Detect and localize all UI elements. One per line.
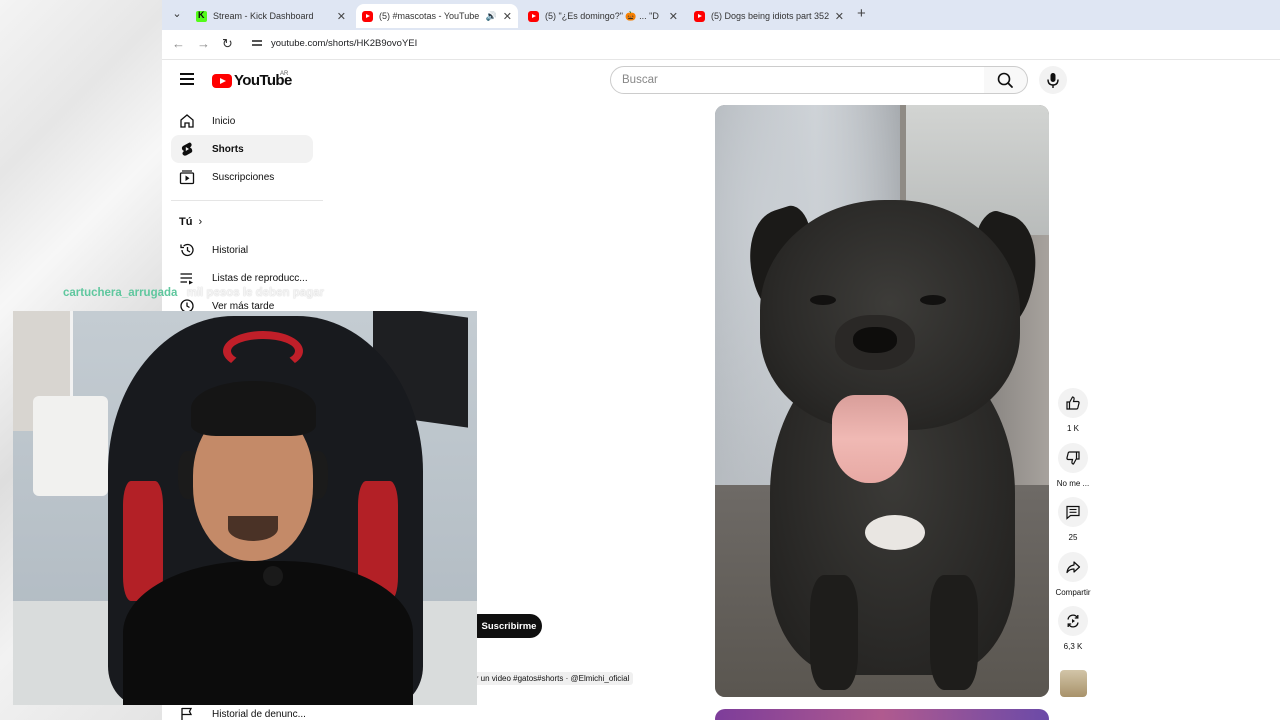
- stream-chat-message: cartuchera_arrugada mil pesos le deben p…: [63, 287, 324, 299]
- sound-avatar[interactable]: [1060, 670, 1087, 697]
- tab-title: Stream - Kick Dashboard: [213, 11, 314, 21]
- forward-icon[interactable]: →: [197, 36, 210, 51]
- voice-search-button[interactable]: [1039, 66, 1067, 94]
- tab-title: (5) #mascotas - YouTube: [379, 11, 480, 21]
- sidebar-you-label: Tú: [179, 216, 193, 228]
- shorts-icon: [181, 142, 193, 156]
- home-icon: [180, 114, 194, 128]
- youtube-icon: [362, 10, 373, 22]
- headset-mic: [263, 566, 283, 586]
- subscribe-button[interactable]: Suscribirme: [466, 614, 542, 638]
- sidebar-item-label: Shorts: [212, 143, 244, 155]
- pug-leg: [810, 575, 858, 690]
- streamer-hair: [191, 381, 316, 436]
- site-info-icon[interactable]: [252, 38, 262, 48]
- youtube-logo[interactable]: YouTube AR: [212, 71, 292, 89]
- pug-leg: [930, 575, 978, 690]
- pug-nose: [853, 327, 897, 353]
- dislike-button[interactable]: No me ...: [1053, 443, 1093, 488]
- chat-text: mil pesos le deben pagar: [186, 287, 325, 299]
- tab-mascotas-youtube[interactable]: (5) #mascotas - YouTube 🔊 ✕: [356, 4, 518, 28]
- share-label: Compartir: [1055, 588, 1091, 597]
- youtube-icon: [694, 10, 705, 22]
- flag-icon: [181, 707, 193, 720]
- close-icon[interactable]: ✕: [503, 10, 512, 23]
- sidebar-item-inicio[interactable]: Inicio: [171, 107, 313, 135]
- close-icon[interactable]: ✕: [669, 10, 678, 23]
- chat-username: cartuchera_arrugada: [63, 287, 178, 299]
- sidebar-item-shorts[interactable]: Shorts: [171, 135, 313, 163]
- webcam-air-conditioner: [33, 396, 108, 496]
- search-input[interactable]: [611, 67, 984, 93]
- comments-count: 25: [1068, 533, 1078, 542]
- youtube-play-icon: [212, 73, 232, 88]
- like-count: 1 K: [1066, 424, 1079, 433]
- url-field[interactable]: youtube.com/shorts/HK2B9ovoYEI: [271, 38, 417, 49]
- remix-count: 6,3 K: [1063, 642, 1083, 651]
- tab-title: (5) Dogs being idiots part 352 🌶: [711, 10, 829, 21]
- pug-eye: [810, 295, 836, 305]
- playlists-icon: [180, 273, 193, 285]
- tab-kick-dashboard[interactable]: Stream - Kick Dashboard ✕: [190, 4, 352, 28]
- reload-icon[interactable]: ↻: [222, 36, 233, 52]
- speaker-icon[interactable]: 🔊: [486, 11, 497, 22]
- pug-eye: [920, 295, 946, 305]
- sidebar-item-label: Suscripciones: [212, 171, 275, 183]
- youtube-icon: [528, 10, 539, 22]
- sidebar-item-label: Listas de reproducc...: [212, 272, 308, 284]
- remix-button[interactable]: 6,3 K: [1053, 606, 1093, 651]
- like-button[interactable]: 1 K: [1053, 388, 1093, 433]
- tab-title: (5) "¿Es domingo?" 🎃 ... "D: [545, 10, 659, 21]
- tab-es-domingo[interactable]: (5) "¿Es domingo?" 🎃 ... "D ✕: [522, 4, 684, 28]
- remix-icon: [1067, 614, 1079, 628]
- search-button[interactable]: [984, 66, 1028, 94]
- sidebar-you-header[interactable]: Tú ›: [179, 216, 202, 228]
- kick-icon: [196, 10, 207, 22]
- subscriptions-icon: [179, 170, 195, 185]
- tab-search-dropdown[interactable]: ⌄: [168, 5, 186, 23]
- chair-logo: [223, 331, 303, 371]
- share-button[interactable]: Compartir: [1053, 552, 1093, 597]
- sidebar-item-label: Historial: [212, 244, 249, 256]
- sidebar-item-label: Inicio: [212, 115, 236, 127]
- search-icon: [997, 72, 1013, 88]
- video-description[interactable]: ir un video #gatos#shorts · @Elmichi_ofi…: [470, 672, 634, 685]
- sidebar-item-historial[interactable]: Historial: [171, 236, 313, 264]
- close-icon[interactable]: ✕: [337, 10, 346, 23]
- webcam-feed: [13, 311, 477, 705]
- thumbs-down-icon: [1066, 451, 1080, 465]
- shorts-video-player[interactable]: [715, 105, 1049, 697]
- dislike-label: No me ...: [1056, 479, 1090, 488]
- chevron-right-icon: ›: [198, 216, 203, 228]
- tab-dogs-being-idiots[interactable]: (5) Dogs being idiots part 352 🌶 ✕: [688, 4, 850, 28]
- sidebar-item-suscripciones[interactable]: Suscripciones: [171, 163, 313, 191]
- close-icon[interactable]: ✕: [835, 10, 844, 23]
- menu-icon[interactable]: [180, 73, 194, 85]
- pug-tongue: [832, 395, 908, 483]
- streamer-beard: [228, 516, 278, 541]
- new-tab-icon[interactable]: +: [857, 5, 866, 22]
- history-icon: [180, 243, 194, 257]
- search-box: [610, 66, 985, 94]
- sidebar-item-label: Ver más tarde: [212, 300, 275, 312]
- sidebar-item-label: Historial de denunc...: [212, 708, 306, 720]
- thumbs-up-icon: [1066, 396, 1080, 410]
- country-code: AR: [280, 71, 289, 77]
- microphone-icon: [1047, 73, 1059, 88]
- sidebar-divider: [171, 200, 323, 201]
- back-icon[interactable]: ←: [172, 36, 185, 51]
- next-short-preview[interactable]: [715, 709, 1049, 720]
- comments-button[interactable]: 25: [1053, 497, 1093, 542]
- pug-chest-patch: [865, 515, 925, 550]
- comment-icon: [1066, 505, 1080, 520]
- share-icon: [1066, 561, 1081, 574]
